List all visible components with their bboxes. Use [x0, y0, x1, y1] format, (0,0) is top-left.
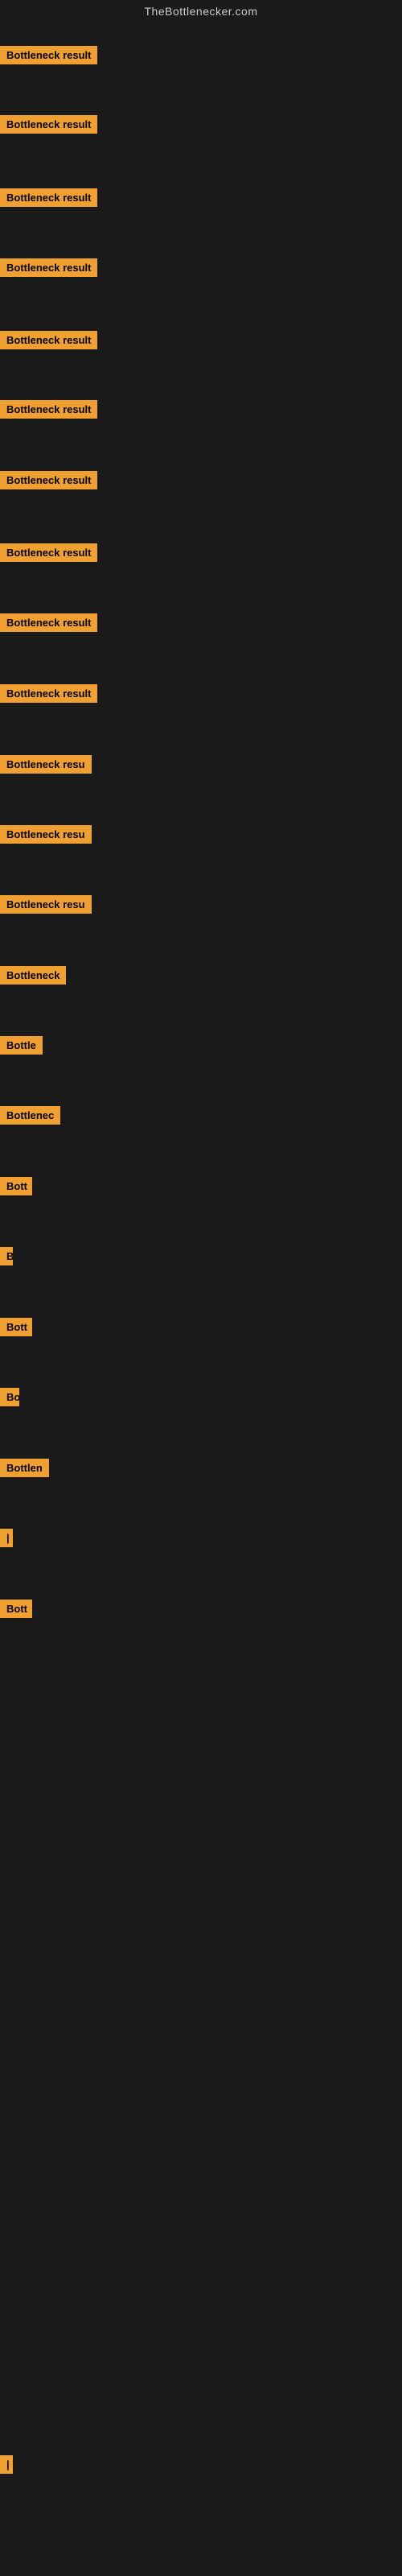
bottleneck-badge-20: Bo: [0, 1388, 19, 1406]
bottleneck-item-20: Bo: [0, 1388, 19, 1410]
bottleneck-badge-13: Bottleneck resu: [0, 895, 92, 914]
bottleneck-item-6: Bottleneck result: [0, 400, 97, 423]
bottleneck-item-11: Bottleneck resu: [0, 755, 92, 778]
bottleneck-badge-4: Bottleneck result: [0, 258, 97, 277]
bottleneck-badge-6: Bottleneck result: [0, 400, 97, 419]
bottleneck-badge-26: |: [0, 2455, 13, 2474]
bottleneck-badge-5: Bottleneck result: [0, 331, 97, 349]
bottleneck-badge-19: Bott: [0, 1318, 32, 1336]
bottleneck-item-9: Bottleneck result: [0, 613, 97, 636]
bottleneck-badge-16: Bottlenec: [0, 1106, 60, 1125]
bottleneck-item-15: Bottle: [0, 1036, 43, 1059]
bottleneck-badge-9: Bottleneck result: [0, 613, 97, 632]
site-title: TheBottlenecker.com: [0, 0, 402, 23]
bottleneck-item-21: Bottlen: [0, 1459, 49, 1481]
bottleneck-item-19: Bott: [0, 1318, 32, 1340]
bottleneck-badge-7: Bottleneck result: [0, 471, 97, 489]
bottleneck-item-23: Bott: [0, 1600, 32, 1622]
bottleneck-badge-21: Bottlen: [0, 1459, 49, 1477]
bottleneck-badge-3: Bottleneck result: [0, 188, 97, 207]
bottleneck-item-12: Bottleneck resu: [0, 825, 92, 848]
bottleneck-badge-23: Bott: [0, 1600, 32, 1618]
bottleneck-item-10: Bottleneck result: [0, 684, 97, 707]
bottleneck-item-16: Bottlenec: [0, 1106, 60, 1129]
bottleneck-badge-8: Bottleneck result: [0, 543, 97, 562]
bottleneck-item-5: Bottleneck result: [0, 331, 97, 353]
bottleneck-item-26: |: [0, 2455, 13, 2478]
bottleneck-badge-10: Bottleneck result: [0, 684, 97, 703]
bottleneck-item-1: Bottleneck result: [0, 46, 97, 68]
bottleneck-item-14: Bottleneck: [0, 966, 66, 989]
bottleneck-badge-11: Bottleneck resu: [0, 755, 92, 774]
bottleneck-badge-17: Bott: [0, 1177, 32, 1195]
bottleneck-badge-14: Bottleneck: [0, 966, 66, 985]
bottleneck-item-7: Bottleneck result: [0, 471, 97, 493]
bottleneck-item-13: Bottleneck resu: [0, 895, 92, 918]
bottleneck-item-4: Bottleneck result: [0, 258, 97, 281]
bottleneck-badge-18: B: [0, 1247, 13, 1265]
bottleneck-badge-22: |: [0, 1529, 13, 1547]
bottleneck-item-17: Bott: [0, 1177, 32, 1199]
bottleneck-item-8: Bottleneck result: [0, 543, 97, 566]
bottleneck-badge-2: Bottleneck result: [0, 115, 97, 134]
bottleneck-item-18: B: [0, 1247, 13, 1269]
bottleneck-item-3: Bottleneck result: [0, 188, 97, 211]
bottleneck-item-22: |: [0, 1529, 13, 1551]
bottleneck-badge-12: Bottleneck resu: [0, 825, 92, 844]
bottleneck-badge-1: Bottleneck result: [0, 46, 97, 64]
bottleneck-badge-15: Bottle: [0, 1036, 43, 1055]
bottleneck-item-2: Bottleneck result: [0, 115, 97, 138]
